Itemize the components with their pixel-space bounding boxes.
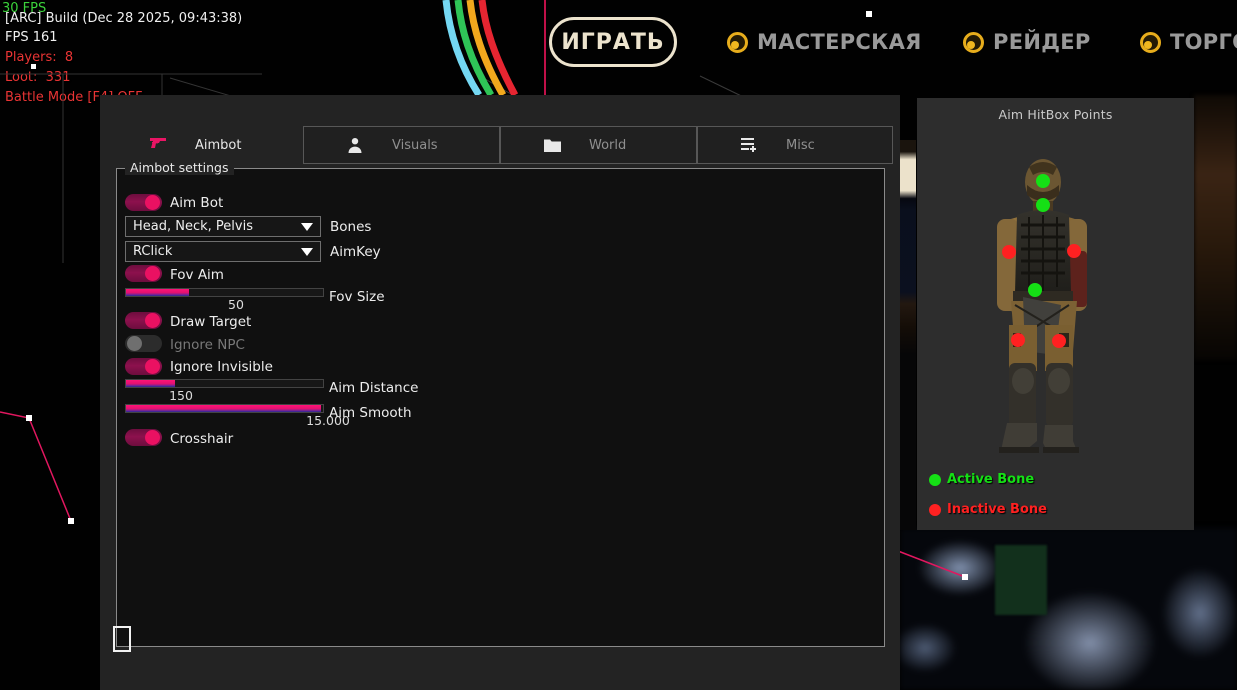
aimkey-value: RClick xyxy=(133,244,301,259)
hitbox-dot-left-thigh xyxy=(1052,334,1066,348)
aim-bot-label: Aim Bot xyxy=(170,195,223,211)
hitbox-dot-pelvis xyxy=(1028,283,1042,297)
folder-icon xyxy=(543,136,561,154)
ignore-npc-toggle[interactable] xyxy=(125,335,162,352)
legend-active-bone: Active Bone xyxy=(929,472,1034,487)
aimkey-label: AimKey xyxy=(330,244,381,260)
hitbox-dot-left-shoulder xyxy=(1067,244,1081,258)
bones-dropdown[interactable]: Head, Neck, Pelvis xyxy=(125,216,321,237)
tab-visuals[interactable]: Visuals xyxy=(303,126,500,164)
active-bone-dot xyxy=(929,474,941,486)
aim-distance-slider[interactable] xyxy=(125,379,324,388)
aim-distance-value: 150 xyxy=(151,388,211,403)
aim-bot-toggle[interactable] xyxy=(125,194,162,211)
hitbox-dot-head xyxy=(1036,174,1050,188)
aim-distance-label: Aim Distance xyxy=(329,380,418,396)
draw-target-toggle[interactable] xyxy=(125,312,162,329)
legend-label: Active Bone xyxy=(947,472,1034,487)
inactive-bone-dot xyxy=(929,504,941,516)
chevron-down-icon xyxy=(301,223,313,231)
aimbot-settings-group: Aimbot settings Aim Bot Head, Neck, Pelv… xyxy=(116,168,885,647)
hitbox-dot-neck xyxy=(1036,198,1050,212)
group-title: Aimbot settings xyxy=(125,160,234,175)
fov-size-label: Fov Size xyxy=(329,289,385,305)
crosshair-label: Crosshair xyxy=(170,431,233,447)
fov-aim-label: Fov Aim xyxy=(170,267,224,283)
crosshair-toggle[interactable] xyxy=(125,429,162,446)
bones-value: Head, Neck, Pelvis xyxy=(133,219,301,234)
fov-size-slider[interactable] xyxy=(125,288,324,297)
cheat-menu-window: Aimbot Visuals World Misc Aimb xyxy=(100,95,900,690)
bones-label: Bones xyxy=(330,219,371,235)
tune-icon xyxy=(740,136,758,154)
game-screen: 30 FPS [ARC] Build (Dec 28 2025, 09:43:3… xyxy=(0,0,1237,690)
fov-size-value: 50 xyxy=(206,297,266,312)
hitbox-panel: Aim HitBox Points xyxy=(917,98,1194,530)
ignore-invisible-label: Ignore Invisible xyxy=(170,359,273,375)
tab-label: Aimbot xyxy=(195,138,241,153)
tab-aimbot[interactable]: Aimbot xyxy=(107,126,304,164)
person-icon xyxy=(346,136,364,154)
aimkey-dropdown[interactable]: RClick xyxy=(125,241,321,262)
hitbox-panel-title: Aim HitBox Points xyxy=(917,107,1194,122)
legend-inactive-bone: Inactive Bone xyxy=(929,502,1047,517)
chevron-down-icon xyxy=(301,248,313,256)
tab-label: Misc xyxy=(786,138,815,153)
hitbox-dot-right-thigh xyxy=(1011,333,1025,347)
ignore-invisible-toggle[interactable] xyxy=(125,358,162,375)
tab-world[interactable]: World xyxy=(500,126,697,164)
aim-smooth-label: Aim Smooth xyxy=(329,405,412,421)
legend-label: Inactive Bone xyxy=(947,502,1047,517)
fov-aim-toggle[interactable] xyxy=(125,265,162,282)
draw-target-label: Draw Target xyxy=(170,314,251,330)
aim-smooth-slider[interactable] xyxy=(125,404,324,413)
ignore-npc-label: Ignore NPC xyxy=(170,337,245,353)
hitbox-dot-right-shoulder xyxy=(1002,245,1016,259)
tab-label: Visuals xyxy=(392,138,438,153)
tab-misc[interactable]: Misc xyxy=(697,126,893,164)
gun-icon xyxy=(149,136,167,154)
tab-label: World xyxy=(589,138,626,153)
esp-corner-box xyxy=(113,626,131,652)
